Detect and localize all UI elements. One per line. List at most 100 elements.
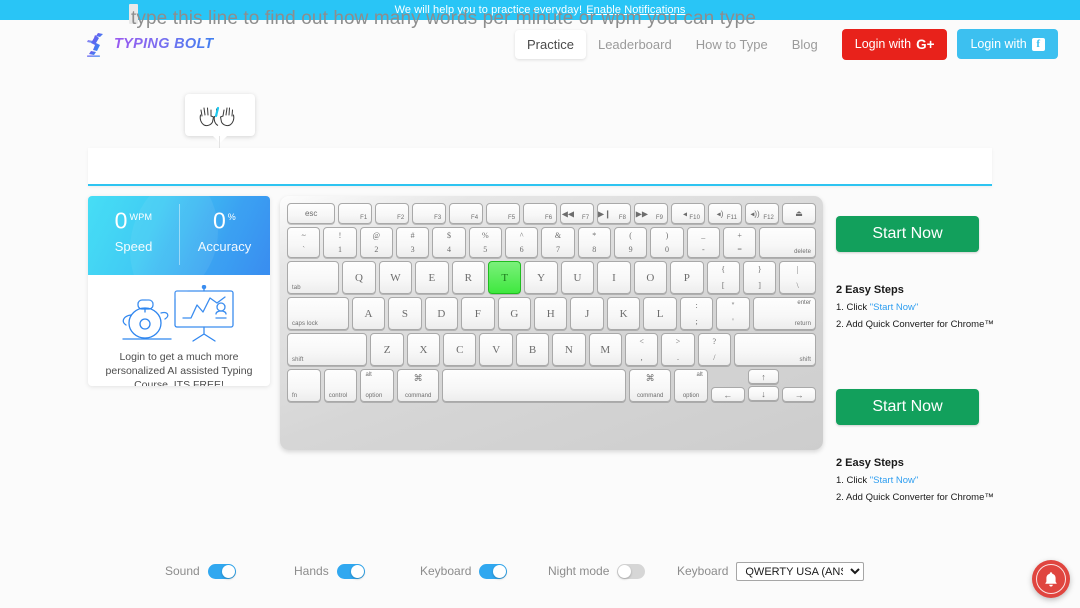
key-p[interactable]: P (670, 261, 704, 294)
hands-toggle[interactable] (336, 563, 365, 579)
hands-label: Hands (294, 564, 329, 578)
key-comma[interactable]: <, (624, 333, 659, 366)
key-5[interactable]: % 5 (468, 227, 502, 258)
key-arrow-down[interactable]: ↓ (747, 386, 780, 401)
key-bracket-right[interactable]: }] (742, 261, 777, 294)
key-c[interactable]: C (443, 333, 477, 366)
key-t[interactable]: T (487, 261, 522, 294)
key-space[interactable] (442, 369, 627, 402)
sound-toggle[interactable] (207, 563, 236, 579)
key-g[interactable]: G (497, 297, 532, 330)
key-l[interactable]: L (643, 297, 677, 330)
key-arrow-up[interactable]: ↑ (747, 369, 780, 384)
key-j[interactable]: J (570, 297, 604, 330)
key-f11-volume-down[interactable]: ◂) F11 (708, 203, 743, 224)
key-slash[interactable]: ? / (697, 333, 731, 366)
key-1[interactable]: ! 1 (323, 227, 357, 258)
key-f[interactable]: F (461, 297, 495, 330)
key-3[interactable]: #3 (395, 227, 430, 258)
night-mode-toggle[interactable] (617, 563, 646, 579)
key-m[interactable]: M (588, 333, 622, 366)
key-label: F6 (544, 215, 553, 221)
key-9[interactable]: (9 (613, 227, 648, 258)
key-f9-forward[interactable]: ▶▶ F9 (634, 203, 669, 224)
key-k[interactable]: K (606, 297, 641, 330)
key-semicolon[interactable]: :; (679, 297, 714, 330)
key-y[interactable]: Y (524, 261, 558, 294)
key-label: [ (721, 281, 725, 290)
key-eject[interactable]: ⏏ (781, 203, 816, 224)
key-f8-playpause[interactable]: ▶❙ F8 (597, 203, 632, 224)
accuracy-value-wrap: 0% (179, 204, 270, 234)
key-f12-volume-up[interactable]: ◂)) F12 (745, 203, 779, 224)
keyboard-label: Keyboard (420, 564, 472, 578)
key-0[interactable]: ) 0 (650, 227, 684, 258)
key-d[interactable]: D (424, 297, 459, 330)
key-command-left[interactable]: ⌘ command (397, 369, 440, 402)
step-1-link[interactable]: "Start Now" (870, 475, 918, 486)
key-u[interactable]: U (560, 261, 595, 294)
key-f6[interactable]: F6 (523, 203, 558, 224)
key-a[interactable]: A (351, 297, 386, 330)
key-o[interactable]: O (633, 261, 668, 294)
key-e[interactable]: E (415, 261, 449, 294)
key-equals[interactable]: + = (722, 227, 757, 258)
key-8[interactable]: * 8 (577, 227, 611, 258)
key-2[interactable]: @2 (359, 227, 393, 258)
key-w[interactable]: W (378, 261, 413, 294)
key-fn[interactable]: fn (287, 369, 321, 402)
key-4[interactable]: $4 (432, 227, 466, 258)
key-backtick[interactable]: ~ ` (287, 227, 321, 258)
key-v[interactable]: V (479, 333, 513, 366)
virtual-keyboard[interactable]: esc F1 F2 F3 F4 F5 F6 ◀◀ F7 ▶❙ F8 ▶▶ F9 ◂ F1… (280, 196, 823, 450)
login-google-button[interactable]: Login with G+ (841, 28, 948, 60)
key-shift-left[interactable]: shift (287, 333, 368, 366)
key-f10-mute[interactable]: ◂ F10 (671, 203, 706, 224)
typing-line[interactable] (88, 148, 992, 186)
notification-bell-widget[interactable] (1032, 560, 1070, 598)
key-6[interactable]: ^ 6 (504, 227, 539, 258)
start-now-button-bottom[interactable]: Start Now (836, 389, 979, 425)
key-i[interactable]: I (597, 261, 631, 294)
key-r[interactable]: R (451, 261, 485, 294)
login-facebook-button[interactable]: Login with f (957, 29, 1058, 59)
key-bracket-left[interactable]: {[ (706, 261, 740, 294)
key-delete[interactable]: delete (759, 227, 817, 258)
key-s[interactable]: S (388, 297, 422, 330)
key-arrow-left[interactable]: ← (710, 387, 745, 402)
key-7[interactable]: & 7 (541, 227, 575, 258)
key-period[interactable]: >. (661, 333, 695, 366)
key-control[interactable]: control (323, 369, 358, 402)
key-f4[interactable]: F4 (449, 203, 484, 224)
key-caps-lock[interactable]: caps lock (287, 297, 349, 330)
easy-steps-bottom: 2 Easy Steps 1. Click "Start Now" 2. Add… (836, 457, 996, 503)
key-command-right[interactable]: ⌘ command (629, 369, 672, 402)
key-f1[interactable]: F1 (338, 203, 373, 224)
key-h[interactable]: H (534, 297, 568, 330)
key-arrow-right[interactable]: → (782, 387, 817, 402)
key-return[interactable]: enter return (752, 297, 817, 330)
key-quote[interactable]: " ' (716, 297, 750, 330)
key-z[interactable]: Z (370, 333, 404, 366)
key-b[interactable]: B (515, 333, 550, 366)
keyboard-layout-select[interactable]: QWERTY USA (ANSI) (736, 561, 865, 581)
key-backslash[interactable]: | \ (779, 261, 816, 294)
key-shift-label: # (410, 231, 415, 240)
key-option-left[interactable]: alt option (360, 369, 395, 402)
key-tab[interactable]: tab (287, 261, 340, 294)
key-f5[interactable]: F5 (486, 203, 521, 224)
keyboard-toggle[interactable] (479, 563, 508, 579)
key-esc[interactable]: esc (287, 203, 336, 224)
start-now-button-top[interactable]: Start Now (836, 216, 979, 252)
key-n[interactable]: N (552, 333, 586, 366)
key-q[interactable]: Q (342, 261, 376, 294)
step-1-link[interactable]: "Start Now" (870, 302, 918, 313)
key-f7-rewind[interactable]: ◀◀ F7 (560, 203, 595, 224)
nav-item-blog[interactable]: Blog (780, 30, 830, 59)
key-option-right[interactable]: alt option (674, 369, 708, 402)
key-minus[interactable]: _ - (686, 227, 720, 258)
key-f3[interactable]: F3 (412, 203, 447, 224)
key-f2[interactable]: F2 (375, 203, 410, 224)
key-shift-right[interactable]: shift (734, 333, 816, 366)
key-x[interactable]: X (406, 333, 441, 366)
